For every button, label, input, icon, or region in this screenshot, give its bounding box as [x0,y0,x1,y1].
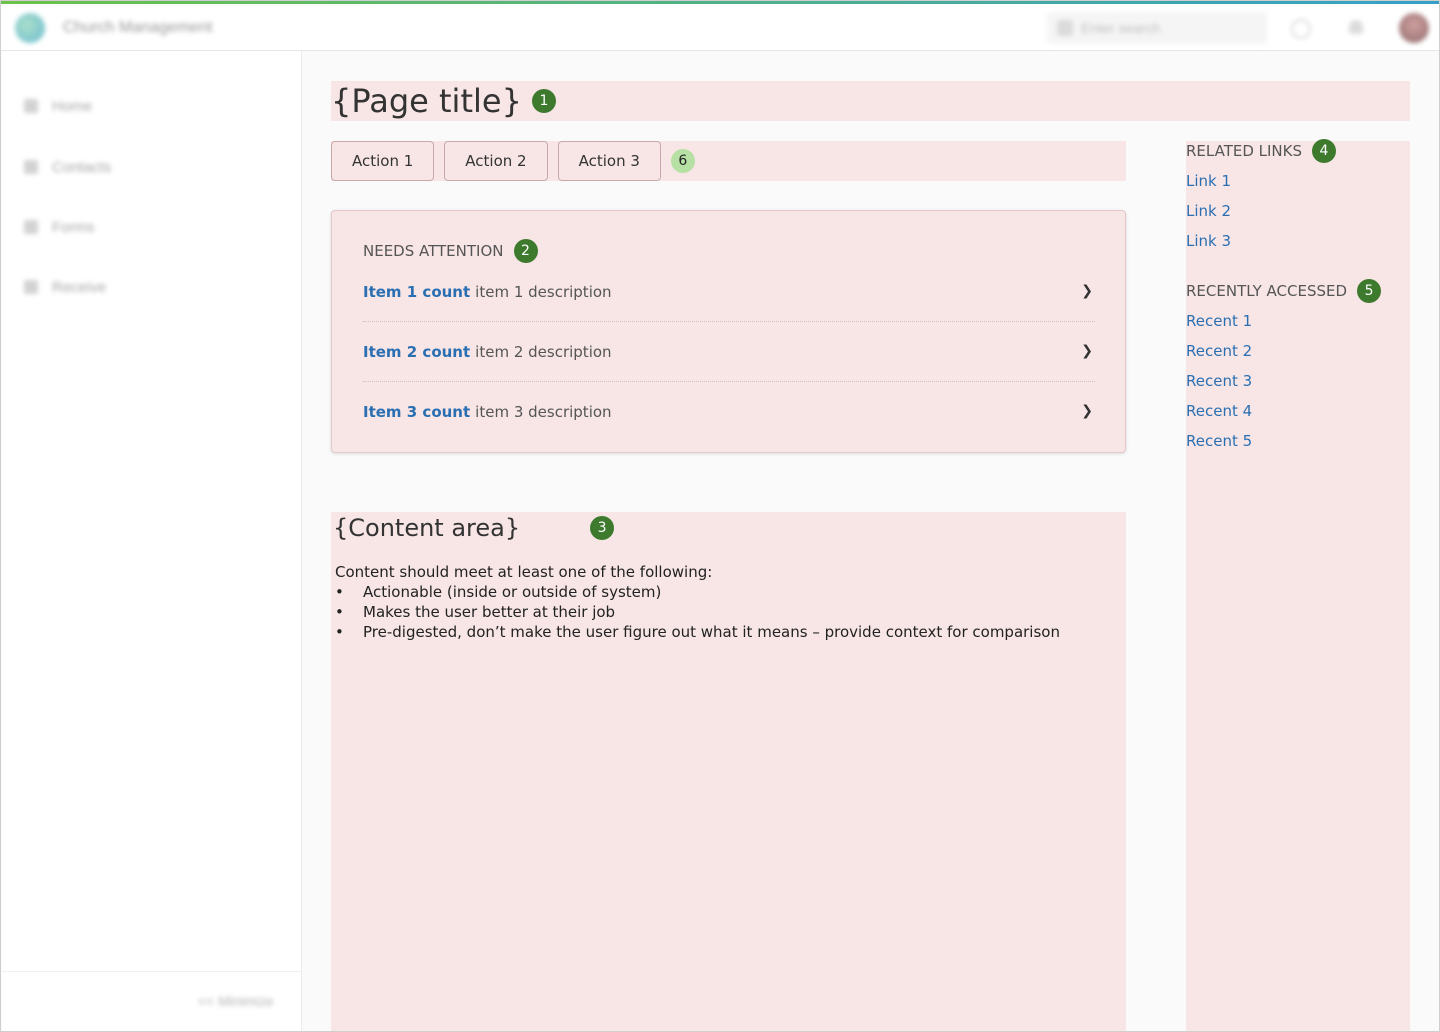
recently-accessed-heading: RECENTLY ACCESSED 5 [1186,279,1382,303]
avatar[interactable] [1399,13,1429,43]
sidebar: Home Contacts Forms Receive << Minimize [2,51,302,1031]
sidebar-item-receive[interactable]: Receive [24,277,106,297]
annotation-badge: 2 [513,239,538,263]
home-icon [24,99,38,113]
sidebar-item-label: Forms [52,218,95,236]
app-title: Church Management [63,19,213,36]
related-link[interactable]: Link 3 [1186,232,1231,250]
money-icon [24,280,38,294]
content-bullet-list: Actionable (inside or outside of system)… [335,582,1060,642]
content-area: {Content area} 3 Content should meet at … [331,512,1126,1031]
chevron-right-icon: ❯ [1081,403,1093,419]
search-box[interactable] [1047,12,1267,44]
logo-icon[interactable] [15,13,45,43]
section-heading: RECENTLY ACCESSED [1186,282,1348,300]
app-window: Church Management Home Contacts Forms Re… [0,0,1440,1032]
annotation-badge: 4 [1312,139,1337,163]
recent-link[interactable]: Recent 1 [1186,312,1252,330]
sidebar-item-forms[interactable]: Forms [24,217,95,237]
content-body: Content should meet at least one of the … [335,562,1060,642]
person-icon [24,160,38,174]
list-item: Pre-digested, don’t make the user figure… [335,622,1060,642]
annotation-badge: 5 [1357,279,1382,303]
page-title: {Page title} [331,82,522,120]
divider [2,971,302,972]
actions-region: Action 1 Action 2 Action 3 6 [331,141,1126,181]
help-icon[interactable] [1291,19,1311,39]
related-link[interactable]: Link 1 [1186,172,1231,190]
action-1-button[interactable]: Action 1 [331,141,435,181]
list-item: Actionable (inside or outside of system) [335,582,1060,602]
minimize-button[interactable]: << Minimize [198,993,273,1009]
search-icon [1057,20,1073,36]
annotation-badge: 1 [531,89,556,113]
needs-attention-heading: NEEDS ATTENTION 2 [363,239,538,263]
item-description: item 3 description [475,403,612,421]
form-icon [24,220,38,234]
section-heading: NEEDS ATTENTION [363,242,504,260]
content-area-heading: {Content area} 3 [333,514,615,542]
attention-item[interactable]: Item 2 count item 2 description ❯ [363,322,1095,382]
related-links-heading: RELATED LINKS 4 [1186,139,1337,163]
chevron-right-icon: ❯ [1081,343,1093,359]
chevron-right-icon: ❯ [1081,283,1093,299]
sidebar-item-contacts[interactable]: Contacts [24,157,111,177]
recent-link[interactable]: Recent 3 [1186,372,1252,390]
search-input[interactable] [1081,18,1251,38]
sidebar-item-label: Receive [52,278,107,296]
item-description: item 2 description [475,343,612,361]
action-2-button[interactable]: Action 2 [444,141,548,181]
attention-item[interactable]: Item 1 count item 1 description ❯ [363,262,1095,322]
page-title-region: {Page title} 1 [331,81,1410,121]
item-count: Item 1 count [363,283,471,301]
annotation-badge: 6 [670,149,695,173]
action-3-button[interactable]: Action 3 [557,141,661,181]
attention-item[interactable]: Item 3 count item 3 description ❯ [363,382,1095,442]
item-description: item 1 description [475,283,612,301]
section-heading: RELATED LINKS [1186,142,1303,160]
content-intro: Content should meet at least one of the … [335,563,713,581]
needs-attention-card: NEEDS ATTENTION 2 Item 1 count item 1 de… [331,210,1126,453]
sidebar-item-label: Contacts [52,158,112,176]
recent-link[interactable]: Recent 4 [1186,402,1252,420]
annotation-badge: 3 [590,516,615,540]
sidebar-item-label: Home [52,97,93,115]
list-item: Makes the user better at their job [335,602,1060,622]
bell-icon[interactable] [1346,18,1366,40]
sidebar-item-home[interactable]: Home [24,96,92,116]
recent-link[interactable]: Recent 5 [1186,432,1252,450]
top-bar: Church Management [1,4,1439,51]
related-link[interactable]: Link 2 [1186,202,1231,220]
item-count: Item 3 count [363,403,471,421]
content-title: {Content area} [333,514,521,542]
item-count: Item 2 count [363,343,471,361]
recent-link[interactable]: Recent 2 [1186,342,1252,360]
right-column: RELATED LINKS 4 Link 1 Link 2 Link 3 REC… [1186,139,1410,1031]
